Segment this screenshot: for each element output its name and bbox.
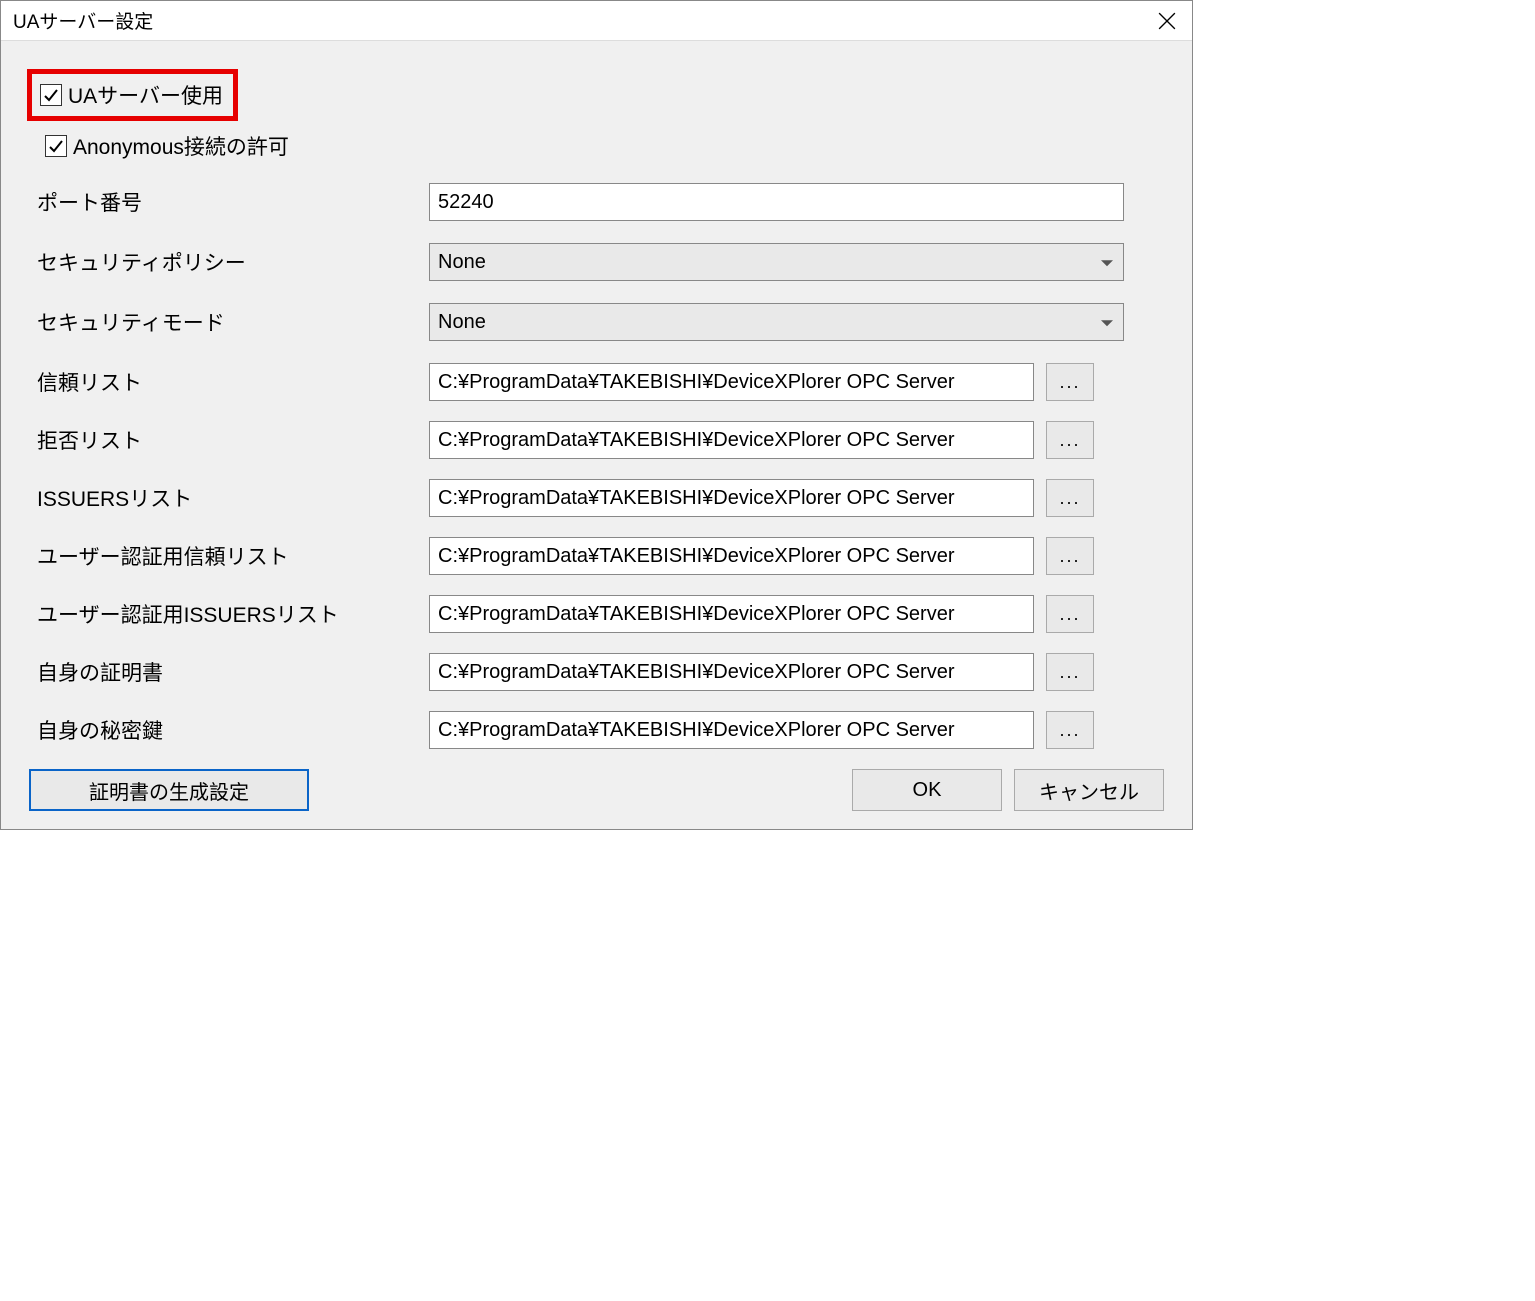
security-policy-row: セキュリティポリシー None bbox=[29, 243, 1164, 281]
window-title: UAサーバー設定 bbox=[13, 7, 153, 34]
security-mode-value: None bbox=[438, 311, 486, 334]
security-mode-label: セキュリティモード bbox=[29, 307, 429, 337]
use-ua-server-label[interactable]: UAサーバー使用 bbox=[68, 80, 223, 110]
user-issuers-list-browse-button[interactable]: ... bbox=[1046, 595, 1094, 633]
reject-list-browse-button[interactable]: ... bbox=[1046, 421, 1094, 459]
own-cert-row: 自身の証明書 ... bbox=[29, 653, 1164, 691]
security-policy-select[interactable]: None bbox=[429, 243, 1124, 281]
issuers-list-browse-button[interactable]: ... bbox=[1046, 479, 1094, 517]
port-input[interactable] bbox=[429, 183, 1124, 221]
cancel-button[interactable]: キャンセル bbox=[1014, 769, 1164, 811]
own-private-key-label: 自身の秘密鍵 bbox=[29, 715, 429, 745]
dialog-content: UAサーバー使用 Anonymous接続の許可 ポート番号 セキュリティポリシー… bbox=[1, 41, 1192, 829]
close-icon bbox=[1158, 12, 1176, 30]
user-issuers-list-row: ユーザー認証用ISSUERSリスト ... bbox=[29, 595, 1164, 633]
trust-list-label: 信頼リスト bbox=[29, 367, 429, 397]
ok-button[interactable]: OK bbox=[852, 769, 1002, 811]
port-label: ポート番号 bbox=[29, 187, 429, 217]
issuers-list-row: ISSUERSリスト ... bbox=[29, 479, 1164, 517]
trust-list-input[interactable] bbox=[429, 363, 1034, 401]
trust-list-row: 信頼リスト ... bbox=[29, 363, 1164, 401]
user-trust-list-browse-button[interactable]: ... bbox=[1046, 537, 1094, 575]
allow-anonymous-checkbox[interactable] bbox=[45, 135, 67, 157]
allow-anonymous-label[interactable]: Anonymous接続の許可 bbox=[73, 131, 289, 161]
allow-anonymous-row: Anonymous接続の許可 bbox=[29, 131, 1164, 161]
close-button[interactable] bbox=[1142, 1, 1192, 41]
security-policy-label: セキュリティポリシー bbox=[29, 247, 429, 277]
trust-list-browse-button[interactable]: ... bbox=[1046, 363, 1094, 401]
use-ua-server-checkbox[interactable] bbox=[40, 84, 62, 106]
own-cert-browse-button[interactable]: ... bbox=[1046, 653, 1094, 691]
use-ua-server-row: UAサーバー使用 bbox=[27, 69, 238, 121]
reject-list-label: 拒否リスト bbox=[29, 425, 429, 455]
security-policy-value: None bbox=[438, 251, 486, 274]
user-trust-list-row: ユーザー認証用信頼リスト ... bbox=[29, 537, 1164, 575]
checkmark-icon bbox=[48, 138, 64, 154]
user-issuers-list-label: ユーザー認証用ISSUERSリスト bbox=[29, 599, 429, 629]
issuers-list-label: ISSUERSリスト bbox=[29, 483, 429, 513]
dialog-window: UAサーバー設定 UAサーバー使用 Anonymous接続の許可 ポート番号 bbox=[0, 0, 1193, 830]
user-trust-list-label: ユーザー認証用信頼リスト bbox=[29, 541, 429, 571]
reject-list-input[interactable] bbox=[429, 421, 1034, 459]
form-rows: ポート番号 セキュリティポリシー None セキュリティモード None bbox=[29, 183, 1164, 749]
cert-gen-settings-button[interactable]: 証明書の生成設定 bbox=[29, 769, 309, 811]
security-mode-select[interactable]: None bbox=[429, 303, 1124, 341]
own-cert-input[interactable] bbox=[429, 653, 1034, 691]
user-trust-list-input[interactable] bbox=[429, 537, 1034, 575]
checkmark-icon bbox=[43, 87, 59, 103]
reject-list-row: 拒否リスト ... bbox=[29, 421, 1164, 459]
titlebar: UAサーバー設定 bbox=[1, 1, 1192, 41]
security-mode-row: セキュリティモード None bbox=[29, 303, 1164, 341]
own-cert-label: 自身の証明書 bbox=[29, 657, 429, 687]
own-private-key-input[interactable] bbox=[429, 711, 1034, 749]
issuers-list-input[interactable] bbox=[429, 479, 1034, 517]
user-issuers-list-input[interactable] bbox=[429, 595, 1034, 633]
port-row: ポート番号 bbox=[29, 183, 1164, 221]
own-private-key-row: 自身の秘密鍵 ... bbox=[29, 711, 1164, 749]
footer: 証明書の生成設定 OK キャンセル bbox=[29, 769, 1164, 811]
own-private-key-browse-button[interactable]: ... bbox=[1046, 711, 1094, 749]
